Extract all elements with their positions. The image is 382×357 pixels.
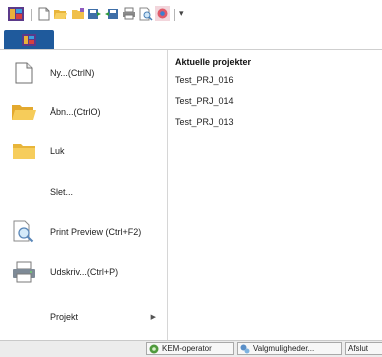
print-preview-icon[interactable] [138, 6, 153, 21]
submenu-arrow-icon: ▶ [150, 314, 156, 321]
options-button[interactable]: Valgmuligheder... [237, 342, 342, 355]
menu-item-label: Print Preview (Ctrl+F2) [50, 227, 142, 237]
menu-item-label: Luk [50, 146, 65, 156]
customize-toolbar-dropdown[interactable]: ▾ [179, 8, 184, 19]
quick-access-toolbar: ▾ [0, 0, 382, 28]
exit-label: Afslut [348, 344, 369, 353]
menu-item-label: Projekt [50, 312, 79, 322]
menu-item-label: Slet... [50, 187, 74, 197]
menu-item-label: Ny...(CtrlN) [50, 68, 95, 78]
toolbar-separator [174, 9, 175, 21]
status-bar: KEM-operator Valgmuligheder... Afslut [0, 340, 382, 357]
settings-icon [240, 344, 250, 354]
recent-project-item[interactable]: Test_PRJ_014 [175, 96, 234, 106]
toolbar-separator [31, 9, 32, 21]
recent-project-item[interactable]: Test_PRJ_016 [175, 75, 234, 85]
save-import-icon[interactable] [104, 6, 119, 21]
options-icon[interactable] [155, 6, 170, 21]
folder-icon[interactable] [70, 6, 85, 21]
backstage-menu: Ny...(CtrlN) Åbn...(CtrlO) Luk Slet... P… [0, 50, 168, 340]
operator-icon [149, 344, 159, 354]
new-document-icon[interactable] [36, 6, 51, 21]
options-label: Valgmuligheder... [253, 344, 315, 353]
menu-item-label: Udskriv...(Ctrl+P) [50, 267, 119, 277]
recent-project-item[interactable]: Test_PRJ_013 [175, 117, 234, 127]
kem-operator-label: KEM-operator [162, 344, 212, 353]
menu-item-project[interactable]: Projekt ▶ [0, 300, 166, 334]
printer-icon [10, 258, 38, 286]
menu-item-close[interactable]: Luk [0, 134, 166, 168]
open-folder-icon[interactable] [53, 6, 68, 21]
menu-item-label: Åbn...(CtrlO) [50, 107, 101, 117]
application-menu-tab[interactable] [4, 30, 54, 49]
open-folder-icon [10, 98, 38, 126]
folder-icon [10, 137, 38, 165]
new-document-icon [10, 59, 38, 87]
menu-item-open[interactable]: Åbn...(CtrlO) [0, 95, 166, 129]
menu-item-new[interactable]: Ny...(CtrlN) [0, 56, 166, 90]
kem-operator-button[interactable]: KEM-operator [146, 342, 234, 355]
menu-item-print-preview[interactable]: Print Preview (Ctrl+F2) [0, 215, 166, 249]
print-icon[interactable] [121, 6, 136, 21]
print-preview-icon [10, 218, 38, 246]
app-logo-icon [22, 33, 36, 46]
recent-projects-panel: Aktuelle projekter Test_PRJ_016 Test_PRJ… [168, 50, 382, 340]
ribbon-bar [0, 28, 382, 50]
save-export-icon[interactable] [87, 6, 102, 21]
recent-projects-title: Aktuelle projekter [175, 57, 252, 67]
exit-button[interactable]: Afslut [345, 342, 382, 355]
app-logo-icon[interactable] [8, 7, 24, 21]
menu-item-print[interactable]: Udskriv...(Ctrl+P) [0, 255, 166, 289]
menu-item-delete[interactable]: Slet... [0, 175, 166, 209]
